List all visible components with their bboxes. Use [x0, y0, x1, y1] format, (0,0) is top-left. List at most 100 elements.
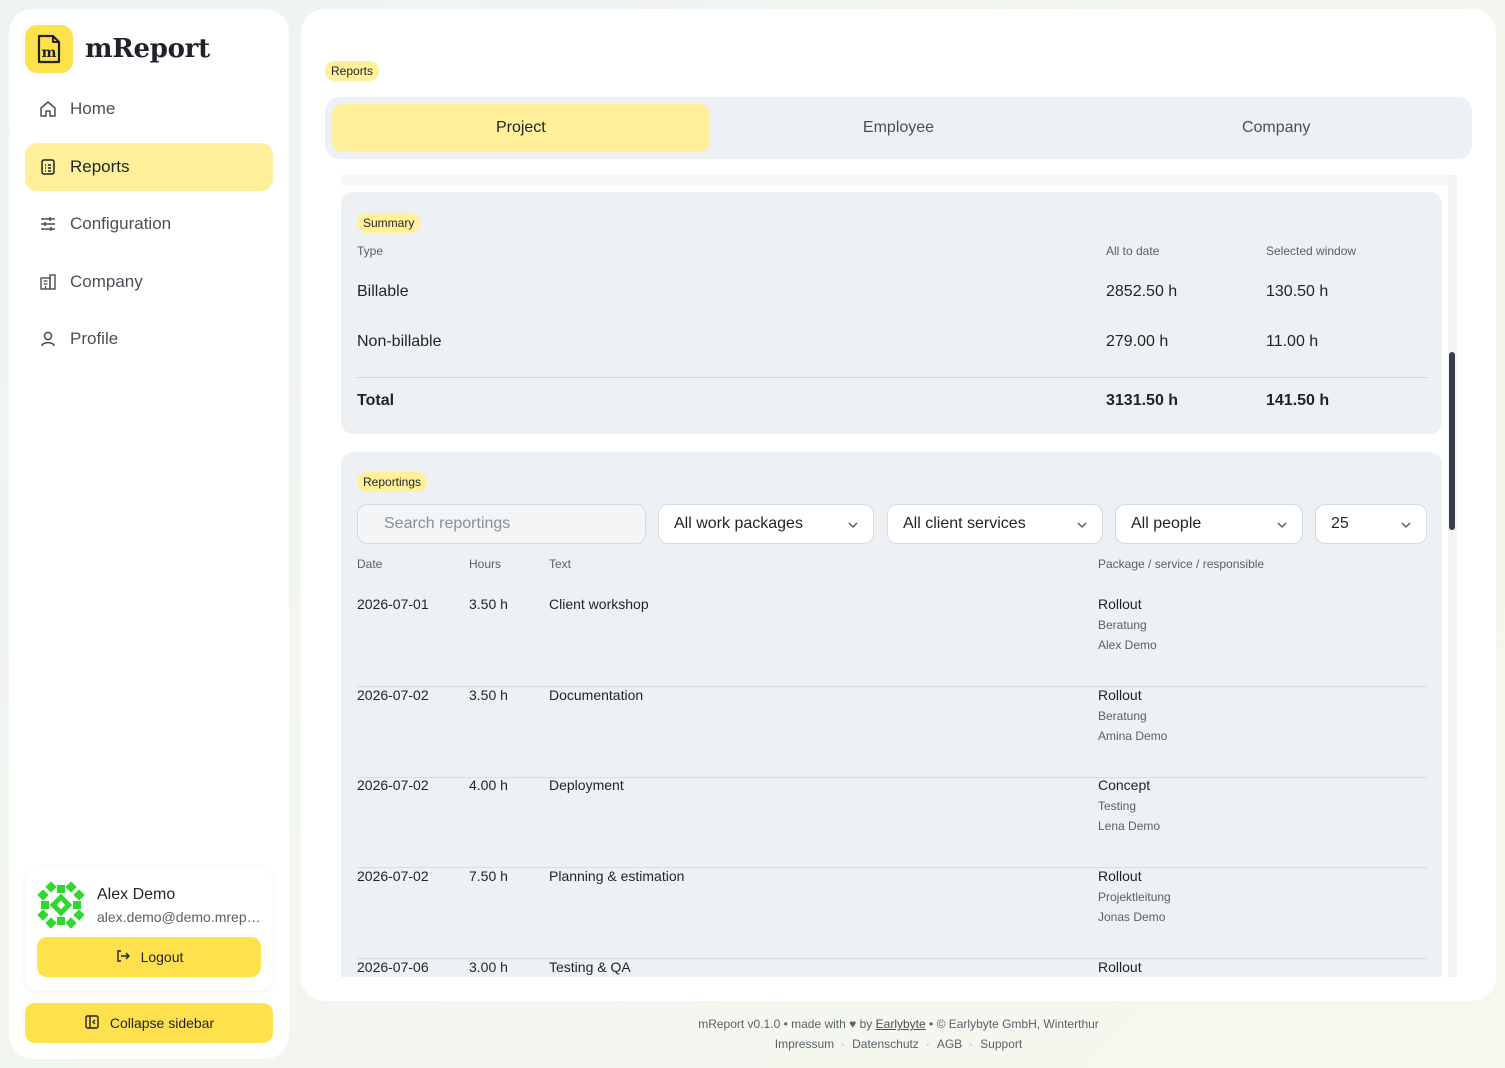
sidebar-item-profile[interactable]: Profile	[25, 315, 273, 363]
people-select[interactable]: All people	[1115, 504, 1303, 544]
row-hours: 3.50 h	[469, 596, 508, 612]
sidebar-item-home[interactable]: Home	[25, 85, 273, 133]
column-header-package[interactable]: Package / service / responsible	[1098, 557, 1264, 571]
footer-links: Impressum · Datenschutz · AGB · Support	[301, 1035, 1496, 1053]
footer-by: by	[859, 1017, 873, 1031]
chevron-down-icon	[848, 522, 858, 528]
chevron-down-icon	[1401, 522, 1411, 528]
summary-type: Non-billable	[357, 333, 442, 350]
report-tabs: Project Employee Company	[325, 97, 1472, 159]
column-header-date[interactable]: Date	[357, 557, 382, 571]
row-package: Concept	[1098, 777, 1151, 793]
table-row[interactable]: 2026-07-06 3.00 h Testing & QA Rollout	[357, 959, 1427, 977]
column-header-text[interactable]: Text	[549, 557, 571, 571]
sidebar-item-label: Company	[70, 271, 143, 291]
sidebar-item-label: Profile	[70, 329, 119, 348]
select-value: All work packages	[674, 515, 803, 532]
column-header-hours[interactable]: Hours	[469, 557, 501, 571]
user-name: Alex Demo	[97, 886, 176, 903]
row-text: Deployment	[549, 777, 624, 793]
user-card: Alex Demo alex.demo@demo.mreport.ch Logo…	[25, 867, 273, 991]
summary-total-label: Total	[357, 392, 395, 409]
logout-button[interactable]: Logout	[37, 937, 261, 977]
scrollbar-track[interactable]	[1448, 175, 1457, 977]
row-package: Rollout	[1098, 959, 1142, 975]
datenschutz-link[interactable]: Datenschutz	[852, 1037, 919, 1051]
brand-logo: m	[25, 25, 73, 73]
content-top-edge	[341, 175, 1448, 185]
summary-card: Summary Type All to date Selected window…	[341, 192, 1442, 434]
sidebar-item-company[interactable]: Company	[25, 258, 273, 306]
sidebar: m mReport Home Reports Configuration Com…	[9, 9, 289, 1059]
row-package: Rollout	[1098, 596, 1142, 612]
collapse-icon	[84, 1014, 100, 1033]
row-hours: 4.00 h	[469, 777, 508, 793]
row-responsible: Lena Demo	[1098, 819, 1161, 833]
brand[interactable]: m mReport	[25, 25, 210, 73]
footer: mReport v0.1.0 • made with ♥ by Earlybyt…	[301, 1015, 1496, 1053]
row-responsible: Amina Demo	[1098, 729, 1168, 743]
summary-total-all-to-date: 3131.50 h	[1106, 392, 1179, 409]
logo-icon: m	[37, 34, 61, 64]
summary-all-to-date: 279.00 h	[1106, 333, 1169, 350]
summary-selected-window: 130.50 h	[1266, 283, 1329, 300]
impressum-link[interactable]: Impressum	[775, 1037, 834, 1051]
main-panel: Reports Project Employee Company Summary…	[301, 9, 1496, 1001]
tab-employee[interactable]: Employee	[710, 104, 1088, 152]
user-icon	[39, 330, 57, 348]
row-text: Client workshop	[549, 596, 649, 612]
agb-link[interactable]: AGB	[937, 1037, 962, 1051]
table-row[interactable]: 2026-07-02 4.00 h Deployment Concept Tes…	[357, 777, 1427, 868]
avatar[interactable]	[37, 881, 85, 929]
footer-credit: mReport v0.1.0 • made with ♥ by Earlybyt…	[301, 1015, 1496, 1033]
summary-type: Billable	[357, 283, 409, 300]
footer-separator: ·	[841, 1037, 846, 1051]
row-service: Beratung	[1098, 709, 1147, 723]
row-responsible: Alex Demo	[1098, 638, 1157, 652]
summary-header-all-to-date: All to date	[1106, 244, 1160, 258]
sidebar-item-configuration[interactable]: Configuration	[25, 200, 273, 248]
support-link[interactable]: Support	[980, 1037, 1022, 1051]
footer-separator: ·	[969, 1037, 974, 1051]
footer-separator: ·	[925, 1037, 930, 1051]
sliders-icon	[39, 215, 57, 233]
summary-divider	[357, 377, 1427, 378]
summary-all-to-date: 2852.50 h	[1106, 283, 1178, 300]
summary-selected-window: 11.00 h	[1266, 333, 1319, 350]
page-size-select[interactable]: 25	[1315, 504, 1427, 544]
report-icon	[39, 158, 57, 176]
row-date: 2026-07-01	[357, 596, 429, 612]
report-content[interactable]: Summary Type All to date Selected window…	[341, 175, 1457, 977]
row-service: Testing	[1098, 799, 1137, 813]
client-services-select[interactable]: All client services	[887, 504, 1103, 544]
row-service: Projektleitung	[1098, 890, 1171, 904]
tab-company[interactable]: Company	[1087, 104, 1465, 152]
row-date: 2026-07-02	[357, 777, 429, 793]
sidebar-item-reports[interactable]: Reports	[25, 142, 273, 191]
summary-header-type: Type	[357, 244, 384, 258]
row-hours: 7.50 h	[469, 868, 508, 884]
scrollbar-thumb[interactable]	[1449, 352, 1455, 530]
sidebar-item-label: Configuration	[70, 214, 172, 233]
footer-suffix: • © Earlybyte GmbH, Winterthur	[929, 1017, 1099, 1031]
chevron-down-icon	[1077, 522, 1087, 528]
tab-project[interactable]: Project	[332, 104, 710, 152]
table-row[interactable]: 2026-07-02 7.50 h Planning & estimation …	[357, 868, 1427, 959]
sidebar-item-label: Reports	[70, 156, 130, 176]
heart-icon: ♥	[849, 1017, 857, 1031]
table-row[interactable]: 2026-07-01 3.50 h Client workshop Rollou…	[357, 596, 1427, 687]
collapse-sidebar-button[interactable]: Collapse sidebar	[25, 1003, 273, 1043]
sidebar-item-label: Home	[70, 99, 116, 118]
table-row[interactable]: 2026-07-02 3.50 h Documentation Rollout …	[357, 687, 1427, 778]
row-text: Documentation	[549, 687, 644, 703]
search-input[interactable]	[358, 505, 645, 543]
earlybyte-link[interactable]: Earlybyte	[876, 1017, 926, 1031]
row-date: 2026-07-02	[357, 687, 429, 703]
row-text: Planning & estimation	[549, 868, 685, 884]
logout-label: Logout	[140, 949, 184, 965]
summary-total-selected-window: 141.50 h	[1266, 392, 1330, 409]
row-hours: 3.50 h	[469, 687, 508, 703]
page-section-pill: Reports	[325, 61, 380, 81]
row-hours: 3.00 h	[469, 959, 508, 975]
work-packages-select[interactable]: All work packages	[658, 504, 874, 544]
